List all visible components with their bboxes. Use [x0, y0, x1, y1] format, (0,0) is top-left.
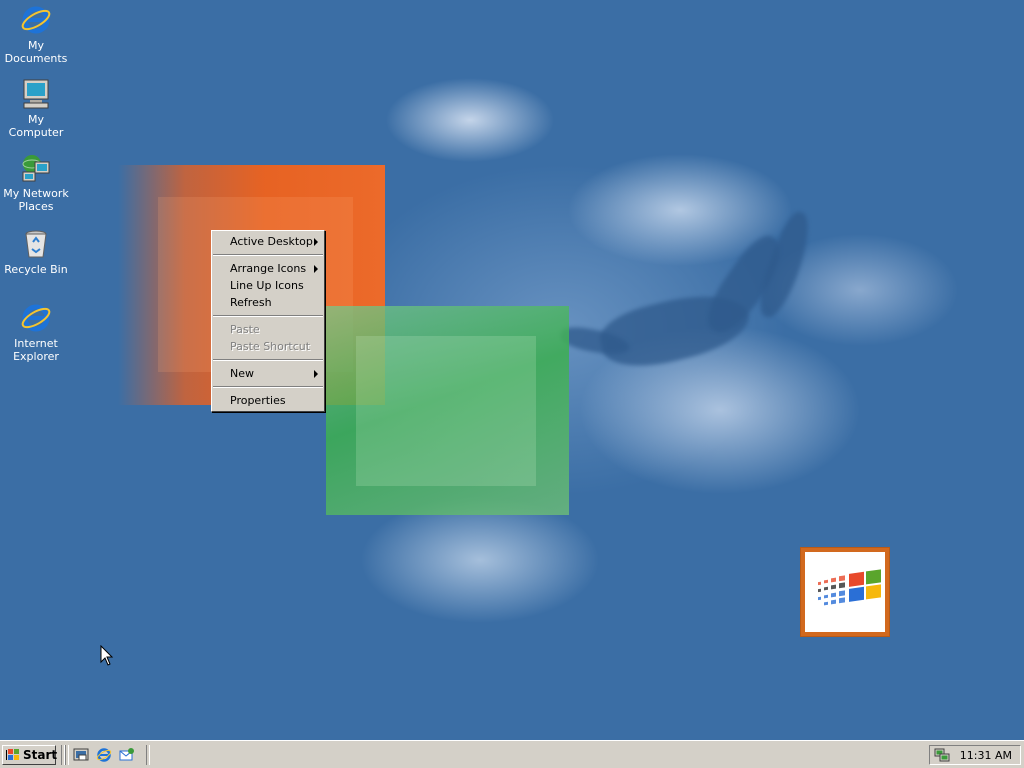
menu-item-label: Properties — [230, 394, 286, 407]
menu-item-label: Paste Shortcut — [230, 340, 311, 353]
desktop-icon-label: Recycle Bin — [4, 263, 68, 276]
windows-logo-tile — [801, 548, 889, 636]
menu-item-label: Arrange Icons — [230, 262, 307, 275]
desktop-icon-my-computer[interactable]: My Computer — [0, 78, 72, 139]
recycle-bin-icon — [20, 228, 52, 260]
desktop-icon-recycle-bin[interactable]: Recycle Bin — [0, 228, 72, 276]
outlook-express-icon[interactable] — [119, 747, 135, 763]
toolbar-grip[interactable] — [146, 745, 150, 765]
start-button[interactable]: Start — [2, 745, 58, 765]
menu-item-active-desktop[interactable]: Active Desktop — [212, 233, 324, 250]
menu-separator — [213, 386, 323, 388]
network-places-icon — [20, 152, 52, 184]
menu-item-label: Line Up Icons — [230, 279, 304, 292]
desktop-icon-label: My Documents — [4, 39, 68, 65]
menu-item-label: Refresh — [230, 296, 272, 309]
menu-separator — [213, 315, 323, 317]
internet-explorer-icon — [20, 302, 52, 334]
submenu-arrow-icon — [314, 370, 318, 378]
submenu-arrow-icon — [314, 265, 318, 273]
desktop-context-menu: Active Desktop Arrange Icons Line Up Ico… — [211, 230, 325, 412]
menu-separator — [213, 359, 323, 361]
desktop-icon-my-network-places[interactable]: My Network Places — [0, 152, 72, 213]
windows-flag-icon — [6, 749, 19, 760]
desktop-icon-my-documents[interactable]: My Documents — [0, 4, 72, 65]
taskbar: Start 11:31 AM — [0, 740, 1024, 768]
menu-item-refresh[interactable]: Refresh — [212, 294, 324, 311]
menu-item-paste-shortcut: Paste Shortcut — [212, 338, 324, 355]
desktop-background[interactable]: My Documents My Computer My Network Plac… — [0, 0, 1024, 740]
desktop-icon-label: My Network Places — [3, 187, 69, 213]
menu-item-label: Active Desktop — [230, 235, 313, 248]
show-desktop-icon[interactable] — [73, 747, 89, 763]
menu-item-label: New — [230, 367, 254, 380]
menu-item-paste: Paste — [212, 321, 324, 338]
windows-flag-icon — [818, 569, 881, 606]
menu-item-properties[interactable]: Properties — [212, 392, 324, 409]
wallpaper-green-pane — [326, 306, 569, 515]
network-status-icon[interactable] — [934, 748, 950, 762]
menu-item-label: Paste — [230, 323, 260, 336]
internet-explorer-icon[interactable] — [96, 747, 112, 763]
desktop-icon-label: Internet Explorer — [13, 337, 59, 363]
menu-item-new[interactable]: New — [212, 365, 324, 382]
start-button-label: Start — [23, 748, 58, 762]
menu-item-arrange-icons[interactable]: Arrange Icons — [212, 260, 324, 277]
submenu-arrow-icon — [314, 238, 318, 246]
toolbar-grip[interactable] — [65, 745, 69, 765]
desktop-icon-label: My Computer — [8, 113, 64, 139]
mouse-cursor-icon — [100, 645, 114, 666]
clock[interactable]: 11:31 AM — [960, 749, 1012, 762]
menu-item-line-up-icons[interactable]: Line Up Icons — [212, 277, 324, 294]
system-tray: 11:31 AM — [929, 745, 1021, 765]
desktop-icon-internet-explorer[interactable]: Internet Explorer — [0, 302, 72, 363]
internet-explorer-icon — [20, 4, 52, 36]
menu-separator — [213, 254, 323, 256]
computer-icon — [20, 78, 52, 110]
